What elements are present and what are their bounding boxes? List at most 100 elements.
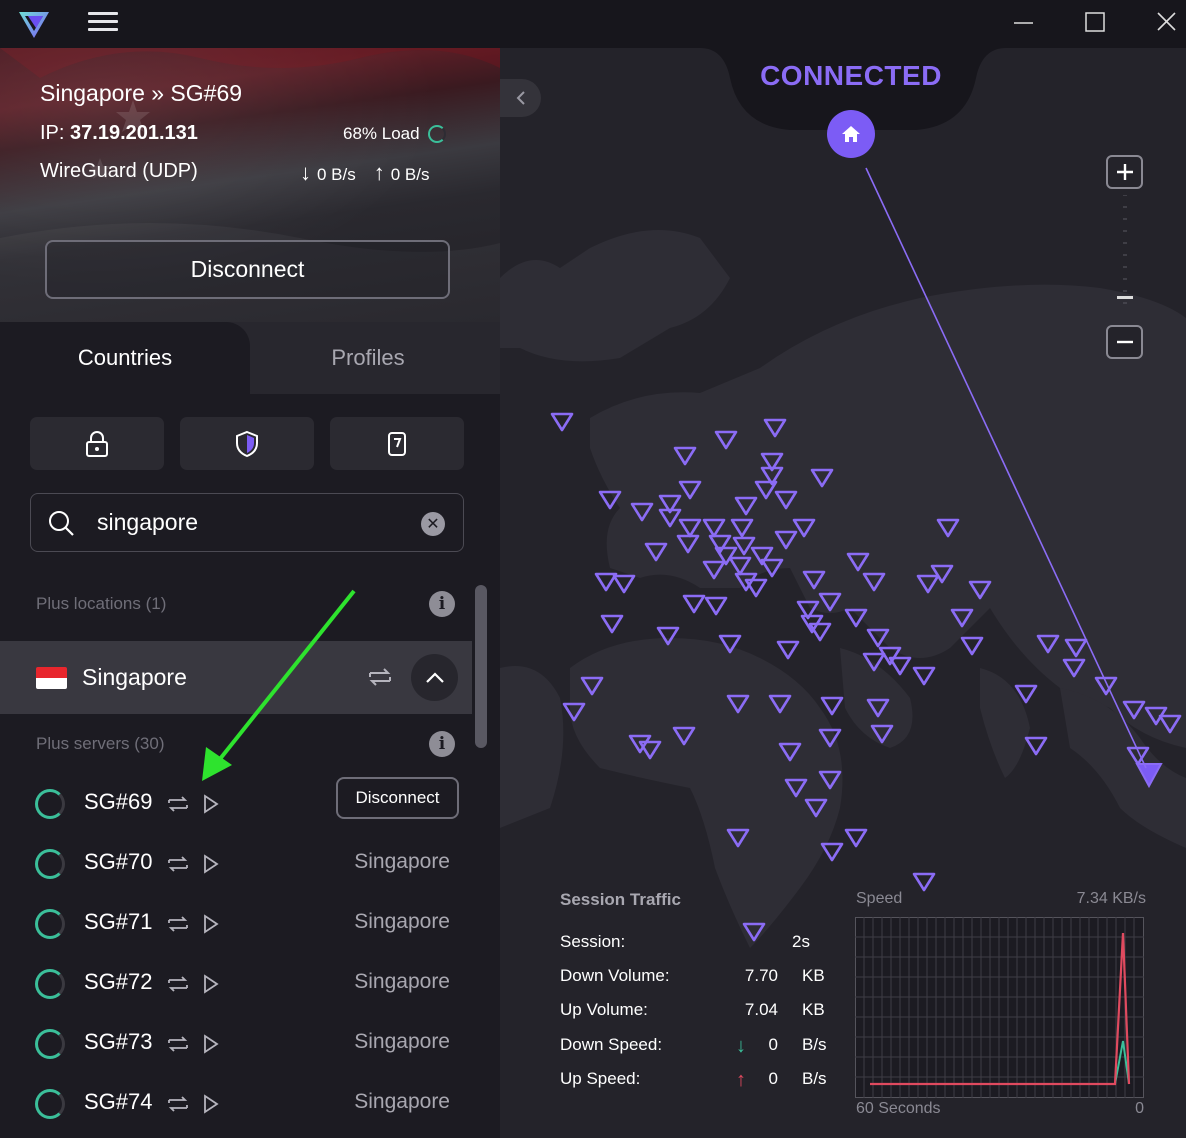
reconnect-icon[interactable] (166, 912, 190, 936)
server-load-label: 68% Load (343, 124, 420, 143)
zoom-in-button[interactable] (1106, 155, 1143, 189)
server-city: Singapore (354, 910, 450, 933)
maximize-button[interactable] (1065, 0, 1125, 46)
disconnect-button[interactable]: Disconnect (45, 240, 450, 299)
session-row: Session: 2s (560, 932, 840, 962)
reconnect-icon[interactable] (166, 852, 190, 876)
server-city: Singapore (354, 1030, 450, 1053)
play-icon[interactable] (201, 1092, 221, 1116)
down-arrow-icon: ↓ (736, 1035, 746, 1057)
server-row[interactable]: SG#71 Singapore (0, 893, 472, 953)
load-ring-icon (35, 909, 65, 939)
session-row: Up Speed: ↑ 0 B/s (560, 1069, 840, 1099)
server-name: SG#71 (84, 909, 153, 934)
collapse-sidebar-button[interactable] (500, 79, 541, 117)
tab-countries[interactable]: Countries (0, 322, 250, 394)
play-icon[interactable] (201, 792, 221, 816)
search-icon (49, 510, 74, 536)
session-row: Down Volume: 7.70 KB (560, 966, 840, 996)
server-row[interactable]: SG#69 Disconnect (0, 773, 472, 833)
chevron-left-icon (516, 91, 525, 105)
menu-icon[interactable] (88, 9, 118, 37)
server-row[interactable]: SG#70 Singapore (0, 833, 472, 893)
zoom-slider-thumb[interactable] (1117, 296, 1133, 299)
session-label: Down Volume: (560, 966, 670, 985)
server-row[interactable]: SG#74 Singapore (0, 1073, 472, 1133)
server-row[interactable]: SG#72 Singapore (0, 953, 472, 1013)
p2p-filter-button[interactable] (330, 417, 464, 470)
session-unit: KB (802, 966, 825, 985)
ip-address: IP: 37.19.201.131 (40, 122, 198, 145)
server-load: 68% Load (343, 124, 446, 144)
info-icon[interactable]: i (429, 591, 455, 617)
collapse-country-button[interactable] (411, 654, 458, 701)
minus-icon (1116, 340, 1133, 344)
scrollbar-thumb[interactable] (475, 585, 487, 748)
server-name: SG#69 (84, 789, 153, 814)
server-city: Singapore (354, 970, 450, 993)
down-rate: 0 B/s (317, 165, 356, 184)
reconnect-icon[interactable] (166, 972, 190, 996)
load-ring-icon (35, 789, 65, 819)
home-icon (842, 126, 860, 142)
info-icon[interactable]: i (429, 731, 455, 757)
search-field[interactable]: ✕ (30, 493, 464, 552)
server-disconnect-button[interactable]: Disconnect (336, 777, 459, 819)
clear-search-icon[interactable]: ✕ (421, 512, 445, 536)
home-location-pin[interactable] (827, 110, 875, 158)
reconnect-icon[interactable] (366, 663, 394, 691)
session-value: 2s (792, 932, 810, 951)
zoom-out-button[interactable] (1106, 325, 1143, 359)
tab-profiles[interactable]: Profiles (236, 322, 500, 394)
singapore-flag-icon (36, 667, 67, 689)
play-icon[interactable] (201, 852, 221, 876)
server-name: SG#74 (84, 1089, 153, 1114)
connection-card: Singapore » SG#69 IP: 37.19.201.131 68% … (0, 48, 500, 322)
server-name: SG#72 (84, 969, 153, 994)
search-input[interactable] (97, 509, 397, 536)
load-ring-icon (35, 1089, 65, 1119)
minimize-button[interactable] (993, 0, 1053, 46)
session-label: Up Volume: (560, 1000, 648, 1019)
speed-time-end: 0 (1135, 1100, 1144, 1117)
connection-location: Singapore » SG#69 (40, 80, 243, 106)
load-ring-icon (35, 1029, 65, 1059)
reconnect-icon[interactable] (166, 1092, 190, 1116)
connection-status: CONNECTED (760, 60, 942, 91)
session-label: Up Speed: (560, 1069, 641, 1088)
play-icon[interactable] (201, 912, 221, 936)
plus-icon (1116, 164, 1133, 180)
speed-time-range: 60 Seconds (856, 1100, 941, 1117)
up-arrow-icon: ↑ (736, 1069, 746, 1091)
ip-value: 37.19.201.131 (70, 122, 198, 144)
protocol-label: WireGuard (UDP) (40, 160, 198, 182)
server-name: SG#73 (84, 1029, 153, 1054)
speed-max: 7.34 KB/s (1076, 890, 1146, 907)
speed-chart-footer: 60 Seconds 0 (856, 1100, 1146, 1118)
reconnect-icon[interactable] (166, 1032, 190, 1056)
speed-chart (855, 917, 1144, 1098)
country-row-singapore[interactable]: Singapore (0, 641, 472, 714)
secure-core-filter-button[interactable] (30, 417, 164, 470)
down-arrow-icon: ↓ (300, 160, 311, 185)
close-button[interactable] (1137, 0, 1186, 46)
session-row: Down Speed: ↓ 0 B/s (560, 1035, 840, 1065)
load-ring-icon (427, 125, 446, 143)
netshield-filter-button[interactable] (180, 417, 314, 470)
server-name: SG#70 (84, 849, 153, 874)
country-name: Singapore (82, 664, 187, 690)
server-city: Singapore (354, 1090, 450, 1113)
play-icon[interactable] (201, 972, 221, 996)
session-unit: KB (802, 1000, 825, 1019)
session-unit: B/s (802, 1035, 827, 1054)
transfer-rates: ↓ 0 B/s ↑ 0 B/s (300, 160, 430, 186)
plus-servers-header: Plus servers (30) (36, 734, 165, 753)
load-ring-icon (35, 849, 65, 879)
reconnect-icon[interactable] (166, 792, 190, 816)
p2p-icon (388, 431, 406, 456)
server-row[interactable]: SG#73 Singapore (0, 1013, 472, 1073)
session-value: 7.04 (744, 1000, 778, 1019)
play-icon[interactable] (201, 1032, 221, 1056)
plus-locations-header: Plus locations (1) (36, 594, 167, 613)
ip-label: IP: (40, 122, 65, 144)
